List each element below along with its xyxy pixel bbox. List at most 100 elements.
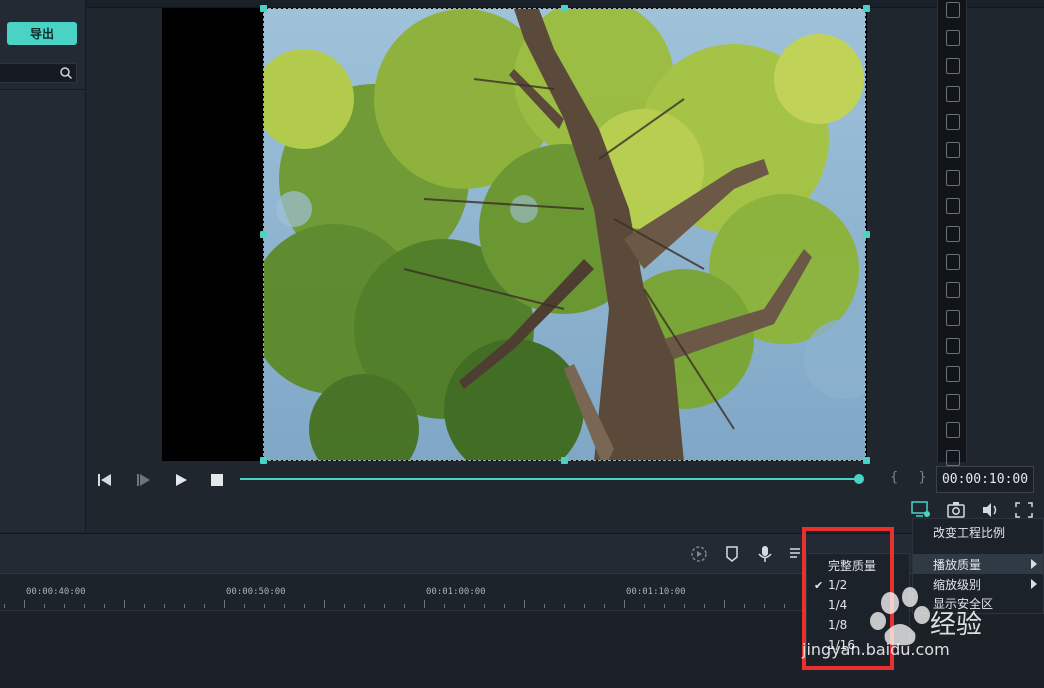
resize-handle[interactable] — [863, 5, 870, 12]
prev-frame-icon — [98, 474, 111, 486]
stop-button[interactable] — [208, 471, 226, 489]
ruler-tick — [324, 600, 325, 608]
menu-item-label: 播放质量 — [933, 557, 982, 572]
ruler-tick-label: 00:00:40:00 — [26, 587, 86, 597]
fullscreen-icon[interactable] — [1014, 501, 1034, 519]
film-hole — [946, 422, 960, 438]
divider — [0, 89, 86, 90]
ruler-tick — [64, 604, 65, 608]
ruler-tick — [784, 604, 785, 608]
menu-item-show-safe-zone[interactable]: 显示安全区 — [913, 593, 1043, 613]
ruler-tick — [764, 604, 765, 608]
prev-frame-button[interactable] — [96, 471, 114, 489]
playhead-knob[interactable] — [854, 474, 864, 484]
film-hole — [946, 338, 960, 354]
ruler-tick — [744, 604, 745, 608]
menu-item-label: 缩放级别 — [933, 577, 982, 592]
submenu-arrow-icon — [1031, 579, 1037, 589]
ruler-tick — [624, 600, 625, 608]
resize-handle[interactable] — [260, 457, 267, 464]
ruler-tick-label: 00:01:00:00 — [426, 587, 486, 597]
menu-item-zoom-level[interactable]: 缩放级别 — [913, 574, 1043, 594]
film-hole — [946, 198, 960, 214]
media-panel: 导出 — [0, 0, 86, 532]
ruler-tick — [724, 600, 725, 608]
preview-image[interactable] — [263, 8, 866, 461]
ruler-tick-label: 00:01:10:00 — [626, 587, 686, 597]
ruler-tick — [164, 604, 165, 608]
next-frame-icon — [137, 474, 150, 486]
volume-icon[interactable] — [981, 501, 1001, 519]
film-hole — [946, 282, 960, 298]
ruler-tick — [584, 604, 585, 608]
ruler-tick — [564, 604, 565, 608]
ruler-tick — [544, 604, 545, 608]
ruler-tick — [184, 604, 185, 608]
ruler-tick — [664, 604, 665, 608]
film-strip — [937, 0, 967, 466]
stop-icon — [211, 474, 223, 486]
next-frame-button[interactable] — [134, 471, 152, 489]
timecode-display: 00:00:10:00 — [936, 466, 1034, 493]
ruler-tick — [144, 604, 145, 608]
ruler-tick — [464, 604, 465, 608]
ruler-tick-label: 00:00:50:00 — [226, 587, 286, 597]
film-hole — [946, 58, 960, 74]
film-hole — [946, 366, 960, 382]
ruler-tick — [284, 604, 285, 608]
play-button[interactable] — [172, 471, 190, 489]
display-settings-icon[interactable] — [911, 501, 931, 519]
menu-item-playback-quality[interactable]: 播放质量 — [913, 554, 1043, 574]
ruler-tick — [304, 604, 305, 608]
ruler-tick — [244, 604, 245, 608]
ruler-tick — [444, 604, 445, 608]
watermark-url: jingyan.baidu.com — [802, 640, 950, 659]
film-hole — [946, 86, 960, 102]
ruler-tick — [364, 604, 365, 608]
ruler-tick — [404, 604, 405, 608]
film-hole — [946, 114, 960, 130]
menu-item-change-project-ratio[interactable]: 改变工程比例 — [913, 522, 1043, 542]
render-icon[interactable] — [689, 545, 709, 563]
film-hole — [946, 226, 960, 242]
ruler-tick — [344, 604, 345, 608]
resize-handle[interactable] — [863, 457, 870, 464]
ruler-tick — [524, 600, 525, 608]
ruler-tick — [104, 604, 105, 608]
ruler-tick — [644, 604, 645, 608]
in-out-markers[interactable]: { } — [890, 470, 935, 485]
snapshot-icon[interactable] — [946, 501, 966, 519]
resize-handle[interactable] — [260, 231, 267, 238]
film-hole — [946, 142, 960, 158]
search-input[interactable] — [0, 63, 77, 83]
ruler-tick — [384, 604, 385, 608]
resize-handle[interactable] — [863, 231, 870, 238]
film-hole — [946, 394, 960, 410]
ruler-tick — [264, 604, 265, 608]
ruler-tick — [4, 604, 5, 608]
ruler-tick — [424, 600, 425, 608]
ruler-tick — [44, 604, 45, 608]
ruler-tick — [224, 600, 225, 608]
ruler-tick — [84, 604, 85, 608]
menu-item-label: 改变工程比例 — [933, 525, 1006, 540]
marker-icon[interactable] — [722, 545, 742, 563]
resize-handle[interactable] — [260, 5, 267, 12]
film-hole — [946, 310, 960, 326]
ruler-tick — [204, 604, 205, 608]
menu-item-label: 显示安全区 — [933, 596, 994, 611]
microphone-icon[interactable] — [755, 545, 775, 563]
progress-bar[interactable] — [240, 478, 860, 480]
search-icon[interactable] — [59, 66, 73, 80]
film-hole — [946, 450, 960, 466]
resize-handle[interactable] — [561, 5, 568, 12]
film-hole — [946, 254, 960, 270]
ruler-tick — [704, 604, 705, 608]
preview-settings-menu: 改变工程比例 播放质量 缩放级别 显示安全区 — [912, 518, 1044, 614]
ruler-tick — [604, 604, 605, 608]
ruler-tick — [24, 600, 25, 608]
resize-handle[interactable] — [561, 457, 568, 464]
export-button[interactable]: 导出 — [7, 22, 77, 45]
film-hole — [946, 30, 960, 46]
film-hole — [946, 170, 960, 186]
